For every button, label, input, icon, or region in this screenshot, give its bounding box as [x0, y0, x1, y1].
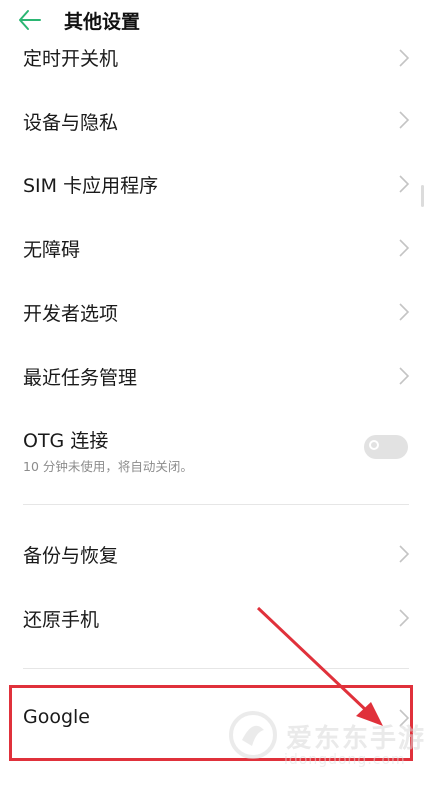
chevron-right-icon [399, 111, 410, 129]
settings-item-recent-tasks[interactable]: 最近任务管理 [0, 344, 430, 408]
settings-item-label: 最近任务管理 [23, 367, 138, 389]
chevron-right-icon [399, 303, 410, 321]
settings-item-accessibility[interactable]: 无障碍 [0, 216, 430, 280]
settings-item-sublabel: 10 分钟未使用，将自动关闭。 [23, 459, 193, 474]
settings-item-label: Google [23, 706, 91, 728]
settings-item-label: 无障碍 [23, 239, 81, 261]
settings-item-label: SIM 卡应用程序 [23, 175, 159, 197]
settings-item-reset-phone[interactable]: 还原手机 [0, 586, 430, 650]
settings-item-backup-restore[interactable]: 备份与恢复 [0, 522, 430, 586]
chevron-right-icon [399, 609, 410, 627]
chevron-right-icon [399, 709, 410, 727]
toggle-knob [369, 440, 379, 450]
chevron-right-icon [399, 367, 410, 385]
watermark-url: idongdong.com [284, 752, 406, 768]
chevron-right-icon [399, 175, 410, 193]
settings-item-sim-apps[interactable]: SIM 卡应用程序 [0, 152, 430, 216]
chevron-right-icon [399, 49, 410, 67]
settings-item-label: 设备与隐私 [23, 112, 119, 134]
top-bar: 其他设置 [0, 0, 430, 40]
page-title: 其他设置 [64, 11, 141, 33]
settings-item-developer-options[interactable]: 开发者选项 [0, 280, 430, 344]
settings-item-label: 还原手机 [23, 609, 100, 631]
scrollbar[interactable] [421, 185, 424, 207]
settings-item-label: OTG 连接 [23, 430, 109, 452]
otg-toggle[interactable] [364, 435, 408, 459]
settings-item-label: 开发者选项 [23, 303, 119, 325]
section-divider [23, 668, 409, 669]
settings-item-device-privacy[interactable]: 设备与隐私 [0, 90, 430, 152]
settings-item-label: 备份与恢复 [23, 545, 119, 567]
settings-item-label: 定时开关机 [23, 48, 119, 70]
section-divider [23, 504, 409, 505]
settings-item-google[interactable]: Google [0, 686, 430, 750]
settings-item-otg[interactable]: OTG 连接 10 分钟未使用，将自动关闭。 [0, 408, 430, 504]
chevron-right-icon [399, 239, 410, 257]
arrow-left-icon[interactable] [16, 6, 44, 34]
chevron-right-icon [399, 545, 410, 563]
